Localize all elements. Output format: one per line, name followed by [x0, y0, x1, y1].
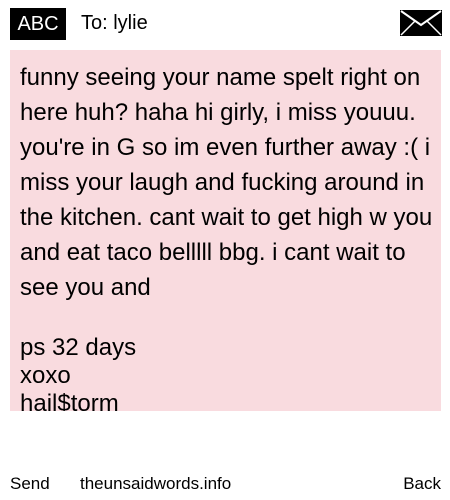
message-ps-line: hail$torm: [20, 390, 119, 411]
message-ps-line: ps 32 days: [20, 334, 137, 361]
message-ps-line: xoxo: [20, 362, 71, 389]
site-link[interactable]: theunsaidwords.info: [80, 470, 231, 498]
message-body: funny seeing your name spelt right on he…: [20, 64, 433, 301]
message-signoff: ps 32 days xoxo hail$torm: [20, 334, 435, 411]
header-bar: ABC To: lylie: [0, 0, 450, 44]
footer-bar: Send theunsaidwords.info Back: [0, 470, 450, 500]
message-box[interactable]: funny seeing your name spelt right on he…: [10, 50, 441, 411]
envelope-icon[interactable]: [400, 10, 442, 36]
send-button[interactable]: Send: [10, 470, 50, 498]
recipient-label: To: lylie: [81, 12, 148, 34]
back-button[interactable]: Back: [403, 470, 441, 498]
text-mode-badge[interactable]: ABC: [10, 8, 66, 40]
